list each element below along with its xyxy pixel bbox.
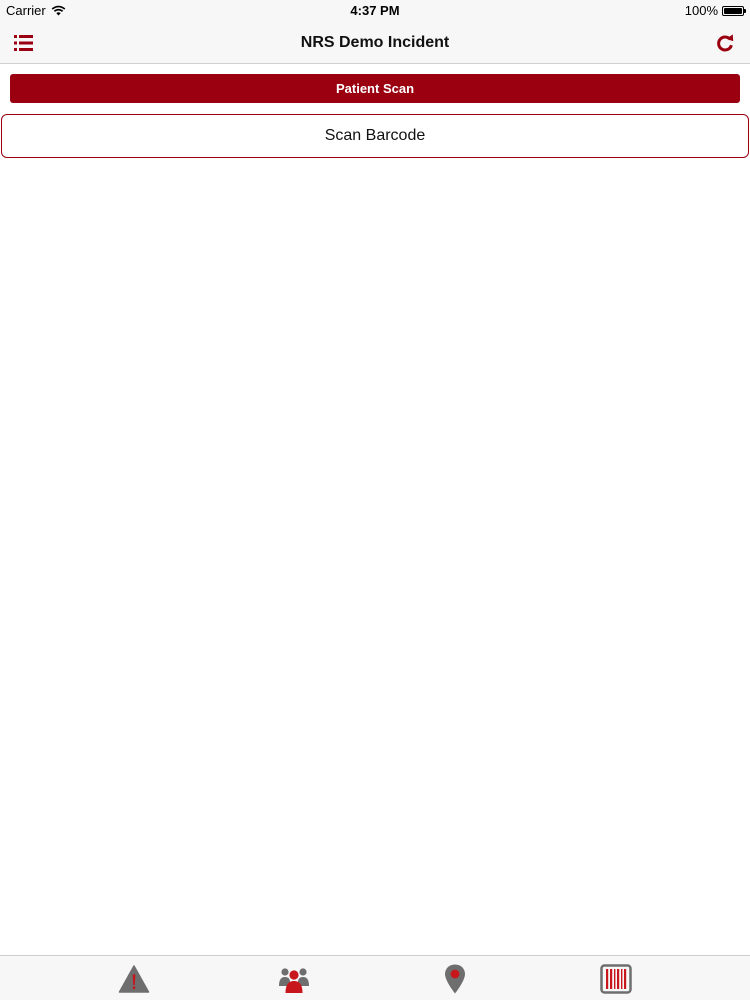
- navigation-bar: NRS Demo Incident: [0, 22, 750, 64]
- battery-percent: 100%: [684, 3, 718, 18]
- tab-barcode[interactable]: [598, 962, 634, 996]
- location-pin-icon: [445, 964, 465, 994]
- tab-location[interactable]: [437, 962, 473, 996]
- tab-alerts[interactable]: [116, 962, 152, 996]
- status-bar: Carrier 4:37 PM 100%: [0, 0, 750, 22]
- warning-icon: [118, 965, 150, 993]
- barcode-icon: [600, 964, 632, 994]
- battery-icon: [722, 5, 746, 16]
- section-header-patient-scan: Patient Scan: [10, 74, 740, 103]
- scan-barcode-label: Scan Barcode: [324, 127, 426, 144]
- scan-barcode-button[interactable]: Scan Barcode: [1, 114, 749, 158]
- patients-icon: [279, 968, 309, 993]
- tab-bar: [0, 955, 750, 1000]
- tab-patients[interactable]: [276, 962, 312, 996]
- battery-status: 100%: [684, 3, 746, 18]
- refresh-icon: [717, 34, 734, 52]
- page-title: NRS Demo Incident: [300, 34, 450, 51]
- battery-fill: [724, 7, 742, 14]
- app-screen: Carrier 4:37 PM 100% NRS Demo Incident P…: [0, 0, 750, 1000]
- refresh-button[interactable]: [714, 32, 736, 54]
- status-time: 4:37 PM: [350, 3, 400, 18]
